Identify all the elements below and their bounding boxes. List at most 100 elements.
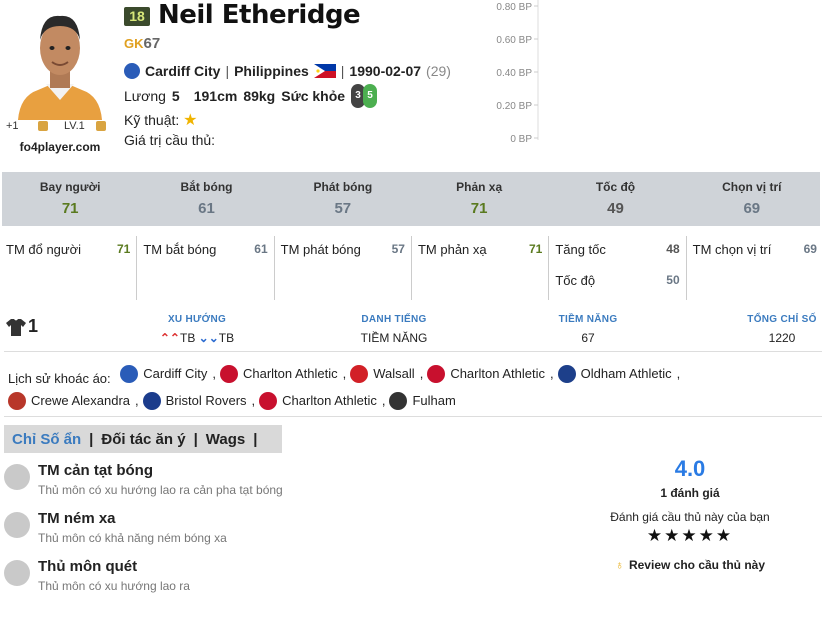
tab-wags[interactable]: Wags [206, 431, 245, 448]
history-club-name: Bristol Rovers [165, 393, 247, 408]
main-stats-bar: Bay người 71 Bắt bóng 61 Phát bóng 57 Phản xạ 7… [2, 172, 820, 226]
long-throw-icon [4, 512, 30, 538]
bp-tick-label: 0.20 BP [496, 101, 532, 112]
bp-tick-label: 0.40 BP [496, 68, 532, 79]
wage-value: 5 [171, 88, 180, 104]
player-level: LV.1 [64, 120, 85, 132]
sub-stat-value: 71 [116, 242, 131, 256]
history-club[interactable]: Cardiff City , [120, 363, 216, 385]
bp-tick-label: 0.80 BP [496, 2, 532, 13]
main-stat-value: 71 [470, 200, 488, 217]
season-badge: 18 [124, 7, 150, 26]
sub-stat-row: TM phản xạ 71 [418, 242, 542, 257]
history-club-name: Crewe Alexandra [31, 393, 130, 408]
club-crest-icon [142, 392, 161, 410]
position: GK [124, 36, 144, 51]
club-crest-icon [259, 392, 278, 410]
club-crest-icon [350, 365, 369, 383]
main-stat: Phát bóng 57 [275, 172, 411, 226]
trait-title: TM ném xa [38, 510, 116, 527]
rating-stars[interactable]: ★★★★★ [590, 526, 790, 546]
sub-stat-column: TM chọn vị trí 69 [687, 236, 823, 300]
tab-chemistry[interactable]: Đối tác ăn ý [101, 431, 185, 448]
club-crest-icon [8, 392, 26, 410]
sub-stat-label: TM phát bóng [280, 242, 361, 257]
main-stat-value: 71 [61, 200, 79, 217]
trend-up-icon: ⌃⌃ [159, 331, 180, 345]
history-club-name: Fulham [412, 393, 456, 408]
history-club[interactable]: Fulham [389, 390, 460, 412]
history-club[interactable]: Crewe Alexandra , [8, 390, 139, 412]
sub-stat-column: TM phản xạ 71 [412, 236, 550, 300]
right-foot-icon: 5 [363, 84, 378, 108]
club-crest-icon [557, 365, 576, 383]
tab-hidden-stats[interactable]: Chỉ Số ẩn [12, 431, 81, 448]
sub-stat-row: TM bắt bóng 61 [143, 242, 267, 257]
club-name[interactable]: Cardiff City [145, 63, 220, 79]
history-club[interactable]: Charlton Athletic , [427, 363, 554, 385]
sweeper-keeper-icon [4, 560, 30, 586]
club-crest-icon [389, 392, 408, 410]
history-club-name: Charlton Athletic [450, 366, 545, 381]
sub-stat-value: 71 [528, 242, 543, 256]
trend-down: TB [218, 331, 235, 345]
history-club-name: Charlton Athletic [242, 366, 338, 381]
trend-col: XU HƯỚNG ⌃⌃TB ⌄⌄TB [152, 314, 242, 345]
main-stat-label: Phản xạ [456, 180, 503, 194]
sub-stat-row: Tăng tốc 48 [555, 242, 679, 257]
trend-down-icon: ⌄⌄ [198, 331, 219, 345]
main-stat: Chọn vị trí 69 [684, 172, 820, 226]
sub-stat-label: TM chọn vị trí [692, 242, 772, 257]
history-club[interactable]: Bristol Rovers , [142, 390, 255, 412]
sub-stats: TM đổ người 71 TM bắt bóng 61 TM phát bóng 57… [0, 236, 823, 300]
nation-name[interactable]: Philippines [234, 63, 309, 79]
club-crest-icon [219, 365, 238, 383]
tab-bar: Chỉ Số ẩn | Đối tác ăn ý | Wags | [4, 425, 282, 453]
club-history: Lịch sử khoác áo: Cardiff City , Charlton… [8, 363, 808, 417]
review-link[interactable]: ♁ Review cho cầu thủ này [615, 558, 765, 572]
trait-item: Thủ môn quét Thủ môn có xu hướng lao ra [4, 558, 444, 602]
upgrade-icon [38, 121, 48, 131]
rating-question: Đánh giá cầu thủ này của bạn [610, 510, 770, 524]
level-icon [96, 121, 106, 131]
sub-stat-value: 61 [254, 242, 268, 256]
club-crest-icon [124, 63, 140, 79]
sub-stat-value: 69 [803, 242, 817, 256]
sub-stat-column: TM bắt bóng 61 [137, 236, 275, 300]
main-stat-label: Bay người [39, 180, 101, 194]
sub-stat-column: TM phát bóng 57 [275, 236, 412, 300]
stamina-label: Sức khỏe [281, 88, 346, 104]
history-club[interactable]: Charlton Athletic , [219, 363, 346, 385]
trend-up: TB [179, 331, 196, 345]
sub-stat-column: TM đổ người 71 [0, 236, 138, 300]
history-club[interactable]: Walsall , [350, 363, 423, 385]
history-label: Lịch sử khoác áo: [8, 371, 111, 386]
main-stat-label: Chọn vị trí [722, 180, 782, 194]
position-line: GK67 [124, 35, 160, 52]
history-club[interactable]: Charlton Athletic , [259, 390, 385, 412]
history-club[interactable]: Oldham Athletic , [557, 363, 680, 385]
info-row: 1 XU HƯỚNG ⌃⌃TB ⌄⌄TB DANH TIẾNG TIỀM NĂN… [0, 312, 823, 352]
value-label: Giá trị cầu thủ: [124, 132, 216, 148]
divider [4, 416, 822, 417]
history-club-name: Cardiff City [143, 366, 208, 381]
rating-score: 4.0 [674, 456, 706, 481]
sub-stat-label: Tăng tốc [555, 242, 606, 257]
sub-stat-row: TM đổ người 71 [6, 242, 130, 257]
history-club-name: Oldham Athletic [580, 366, 672, 381]
jersey-number: 1 [28, 316, 39, 336]
star-icon: ★ [183, 112, 198, 129]
sub-stat-row: Tốc độ 50 [555, 273, 679, 288]
weight-value: 89kg [243, 88, 276, 104]
trend-header: XU HƯỚNG [167, 314, 227, 325]
site-name[interactable]: fo4player.com [4, 140, 116, 154]
player-photo [10, 4, 110, 120]
wage-label: Lương [124, 88, 166, 104]
potential-col: TIỀM NĂNG 67 [548, 314, 628, 345]
physical-line: Lương 5 191cm 89kg Sức khỏe 3 5 [124, 84, 378, 108]
photo-meta: +1 LV.1 [4, 120, 112, 134]
rating-panel: 4.0 1 đánh giá Đánh giá cầu thủ này của … [590, 456, 790, 572]
rating-count: 1 đánh giá [660, 486, 720, 500]
bp-tick-label: 0.60 BP [496, 35, 532, 46]
sub-stat-value: 57 [391, 242, 405, 256]
